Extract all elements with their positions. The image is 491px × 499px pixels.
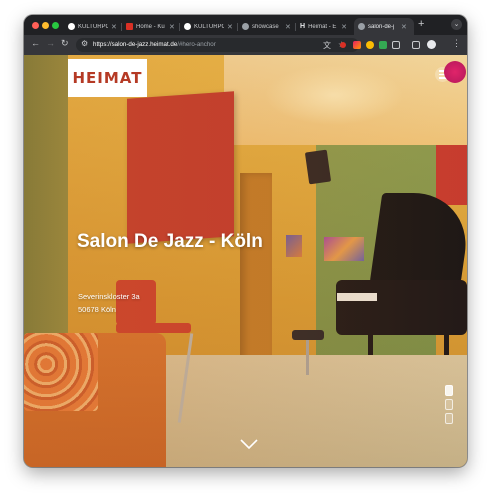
slider-dot[interactable]	[445, 413, 453, 424]
tab-label: Home - Ku	[136, 23, 165, 30]
minimize-window-button[interactable]	[42, 22, 49, 29]
close-window-button[interactable]	[32, 22, 39, 29]
tab-favicon-globe-icon	[358, 23, 365, 30]
color-overlay	[24, 55, 467, 467]
tab-showcase[interactable]: showcase ✕	[238, 18, 294, 35]
tab-strip: KULTURPO ✕ Home - Ku ✕ KULTURPO ✕ showca…	[24, 15, 467, 35]
extension-chrome-icon[interactable]	[366, 41, 374, 49]
tab-label: Heimat - E	[308, 23, 337, 30]
slider-pagination	[445, 385, 453, 427]
scroll-down-chevron-icon[interactable]	[239, 438, 259, 450]
site-info-icon[interactable]: ⚙	[81, 39, 88, 48]
tab-home-ku[interactable]: Home - Ku ✕	[122, 18, 178, 35]
page-title: Salon De Jazz - Köln	[77, 231, 263, 252]
tab-heimat[interactable]: H Heimat - E ✕	[296, 18, 352, 35]
extension-green-icon[interactable]	[379, 41, 387, 49]
logo-text: HEIMAT	[72, 69, 143, 87]
tab-favicon-icon	[184, 23, 191, 30]
address-url[interactable]: https://salon-de-jazz.heimat.de/#hero-an…	[93, 41, 216, 48]
tab-close-icon[interactable]: ✕	[169, 23, 175, 31]
browser-window: KULTURPO ✕ Home - Ku ✕ KULTURPO ✕ showca…	[24, 15, 467, 467]
tab-close-icon[interactable]: ✕	[227, 23, 233, 31]
profile-avatar-icon[interactable]	[427, 40, 436, 49]
more-menu-icon[interactable]: ⋮	[452, 38, 461, 49]
tab-kulturpo-2[interactable]: KULTURPO ✕	[180, 18, 236, 35]
side-panel-icon[interactable]	[412, 41, 420, 49]
tab-close-icon[interactable]: ✕	[111, 23, 117, 31]
tab-close-icon[interactable]: ✕	[285, 23, 291, 31]
tab-close-icon[interactable]: ✕	[401, 23, 407, 31]
browser-toolbar: ← → ↻ ⚙ https://salon-de-jazz.heimat.de/…	[24, 35, 467, 55]
address-bar[interactable]: ⚙ https://salon-de-jazz.heimat.de/#hero-…	[76, 38, 359, 52]
tab-close-icon[interactable]: ✕	[341, 23, 347, 31]
heimat-logo[interactable]: HEIMAT	[68, 59, 147, 97]
extension-colorful-icon[interactable]	[353, 41, 361, 49]
pink-decoration	[444, 61, 466, 83]
tab-label: salon-de-j	[368, 23, 395, 30]
hero-section: HEIMAT Salon De Jazz - Köln Severinsklos…	[24, 55, 467, 467]
tab-label: showcase	[252, 23, 279, 30]
tab-favicon-icon	[68, 23, 75, 30]
tab-kulturpo-1[interactable]: KULTURPO ✕	[64, 18, 120, 35]
reload-icon[interactable]: ↻	[61, 38, 69, 49]
tab-favicon-h-icon: H	[300, 23, 306, 30]
tab-favicon-globe-icon	[242, 23, 249, 30]
tab-label: KULTURPO	[194, 23, 224, 30]
extensions-puzzle-icon[interactable]	[392, 41, 400, 49]
tab-search-chevron-icon[interactable]: ⌄	[451, 19, 462, 30]
slider-dot[interactable]	[445, 385, 453, 396]
zoom-window-button[interactable]	[52, 22, 59, 29]
extension-record-icon[interactable]	[340, 42, 346, 48]
translate-icon[interactable]: 文	[323, 40, 331, 51]
forward-arrow-icon[interactable]: →	[46, 38, 55, 48]
back-arrow-icon[interactable]: ←	[31, 38, 40, 48]
tab-favicon-icon	[126, 23, 133, 30]
slider-dot[interactable]	[445, 399, 453, 410]
tab-salon-de-jazz[interactable]: salon-de-j ✕	[354, 18, 414, 35]
new-tab-button[interactable]: +	[418, 18, 424, 30]
tab-label: KULTURPO	[78, 23, 108, 30]
address-city: 50678 Köln	[78, 305, 116, 314]
address-street: Severinskloster 3a	[78, 292, 140, 301]
